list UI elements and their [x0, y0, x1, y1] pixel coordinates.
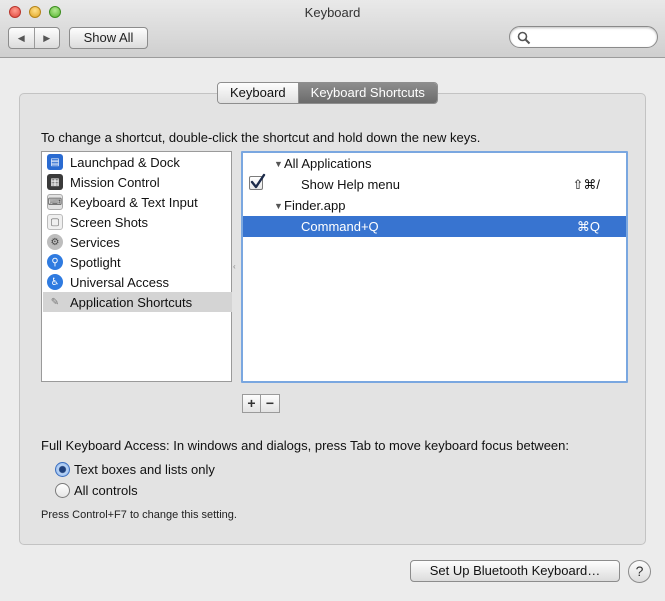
category-screen-shots[interactable]: ▢ Screen Shots: [43, 212, 232, 232]
set-up-bluetooth-keyboard-button[interactable]: Set Up Bluetooth Keyboard…: [410, 560, 620, 582]
help-button[interactable]: ?: [628, 560, 651, 583]
category-launchpad-dock[interactable]: ▤ Launchpad & Dock: [43, 152, 232, 172]
tab-control: Keyboard Keyboard Shortcuts: [217, 82, 438, 104]
category-list: ▤ Launchpad & Dock ▦ Mission Control ⌨ K…: [41, 151, 232, 382]
launchpad-icon: ▤: [47, 154, 63, 170]
shortcut-row-show-help-menu[interactable]: Show Help menu ⇧⌘/: [243, 173, 626, 195]
mission-control-icon: ▦: [47, 174, 63, 190]
shortcuts-outline: ▼ All Applications Show Help menu ⇧⌘/ ▼ …: [241, 151, 628, 383]
split-view-handle[interactable]: ‹: [233, 262, 236, 271]
preferences-window: Keyboard ◀ ▶ Show All Keyboard Keyboard …: [0, 0, 665, 601]
spotlight-icon: ⚲: [47, 254, 63, 270]
category-application-shortcuts[interactable]: ✎ Application Shortcuts: [43, 292, 232, 312]
category-keyboard-text-input[interactable]: ⌨ Keyboard & Text Input: [43, 192, 232, 212]
chevron-left-icon[interactable]: ◀: [9, 28, 35, 48]
checkmark-icon: [250, 173, 266, 189]
setting-hint: Press Control+F7 to change this setting.: [41, 509, 237, 521]
radio-all-controls[interactable]: All controls: [55, 483, 138, 498]
shortcut-row-command-q[interactable]: Command+Q ⌘Q: [243, 216, 626, 237]
instructions-text: To change a shortcut, double-click the s…: [41, 130, 481, 145]
shortcut-enabled-checkbox[interactable]: [249, 173, 266, 190]
shortcut-group-all-applications[interactable]: ▼ All Applications: [243, 153, 626, 174]
category-services[interactable]: ⚙ Services: [43, 232, 232, 252]
disclosure-triangle-icon[interactable]: ▼: [274, 159, 284, 169]
window-title: Keyboard: [304, 5, 361, 20]
full-keyboard-access-label: Full Keyboard Access: In windows and dia…: [41, 438, 569, 453]
back-forward-control: ◀ ▶: [8, 27, 60, 49]
shortcut-key[interactable]: ⌘Q: [577, 219, 600, 235]
gear-icon: ⚙: [47, 234, 63, 250]
accessibility-icon: ♿: [47, 274, 63, 290]
category-universal-access[interactable]: ♿ Universal Access: [43, 272, 232, 292]
disclosure-triangle-icon[interactable]: ▼: [274, 201, 284, 211]
remove-shortcut-button[interactable]: −: [261, 395, 279, 412]
category-mission-control[interactable]: ▦ Mission Control: [43, 172, 232, 192]
search-icon: [517, 31, 531, 45]
screenshot-icon: ▢: [47, 214, 63, 230]
tab-keyboard[interactable]: Keyboard: [218, 83, 299, 103]
tab-keyboard-shortcuts[interactable]: Keyboard Shortcuts: [298, 83, 437, 103]
add-remove-control: + −: [242, 394, 280, 413]
radio-button[interactable]: [55, 483, 70, 498]
add-shortcut-button[interactable]: +: [243, 395, 261, 412]
search-field[interactable]: [509, 26, 658, 48]
radio-text-boxes-lists[interactable]: Text boxes and lists only: [55, 462, 215, 477]
radio-button-selected[interactable]: [55, 462, 70, 477]
shortcut-group-finder[interactable]: ▼ Finder.app: [243, 195, 626, 216]
category-spotlight[interactable]: ⚲ Spotlight: [43, 252, 232, 272]
shortcut-key[interactable]: ⇧⌘/: [572, 177, 600, 193]
show-all-button[interactable]: Show All: [69, 27, 148, 49]
toolbar: Keyboard ◀ ▶ Show All: [0, 0, 665, 58]
keyboard-icon: ⌨: [47, 194, 63, 210]
chevron-right-icon[interactable]: ▶: [35, 28, 60, 48]
app-shortcuts-icon: ✎: [50, 296, 60, 308]
